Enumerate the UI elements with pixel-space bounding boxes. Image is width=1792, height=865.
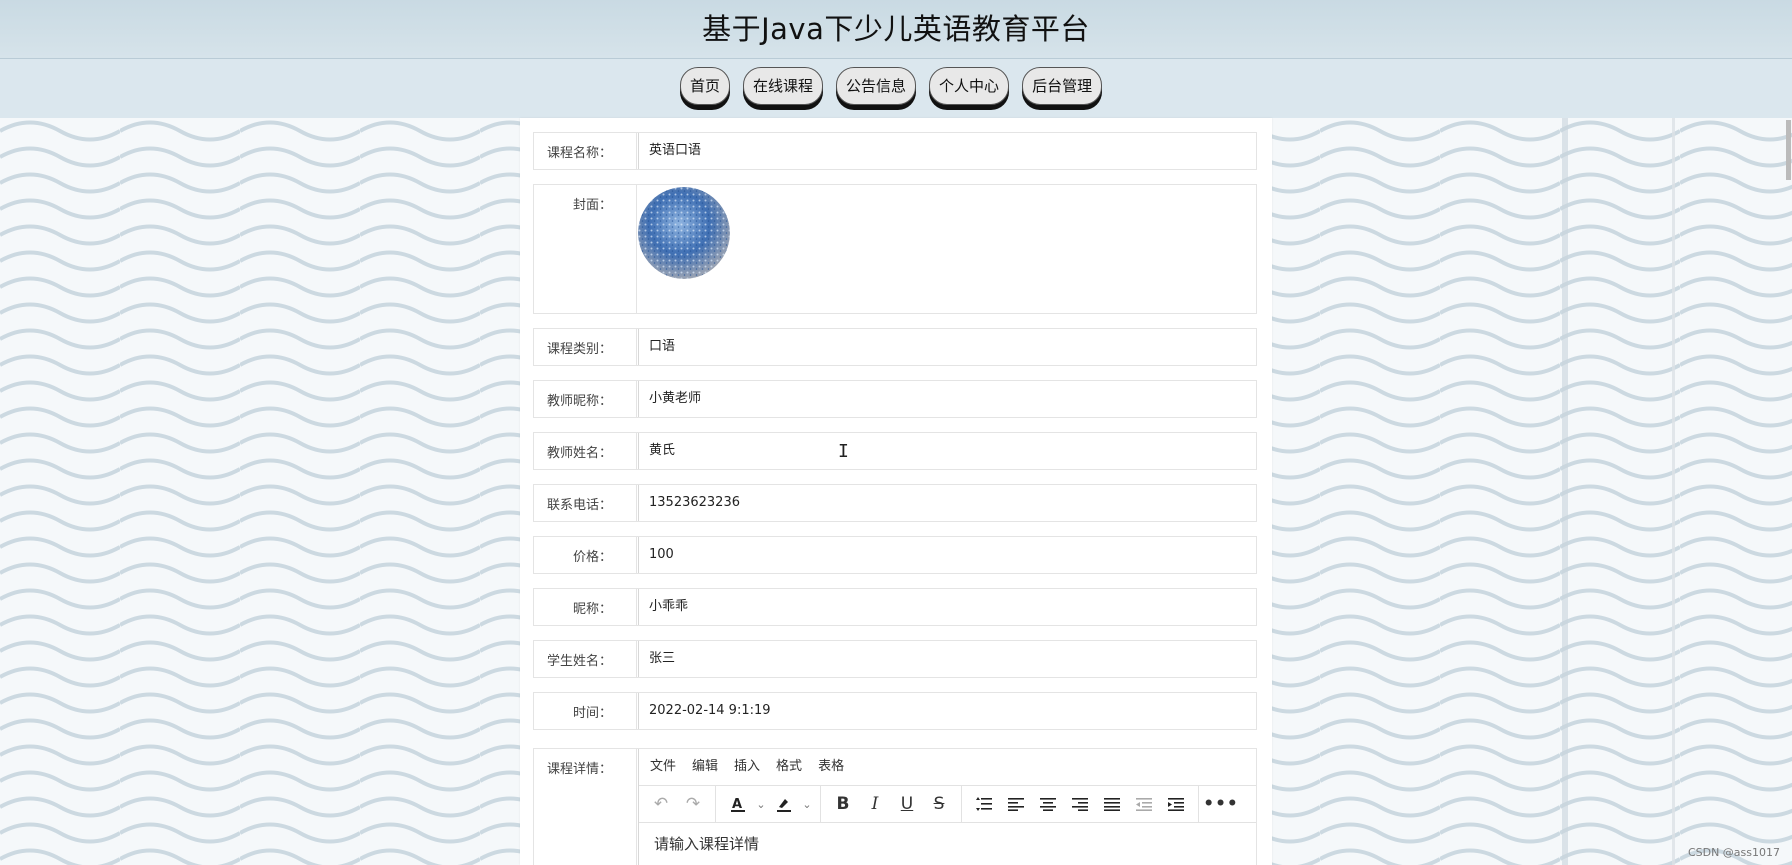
chevron-down-icon[interactable]: ⌄ <box>754 788 768 820</box>
editor-toolbar: ↶ ↷ A ⌄ ⌄ B I U S ••• <box>639 785 1256 823</box>
course-detail-panel: 课程名称： 英语口语 封面： 课程类别： 口语 教师昵称： 小黄老师 教师姓名：… <box>520 118 1272 865</box>
highlight-color-icon[interactable] <box>768 788 800 820</box>
teacher-nick-label: 教师昵称： <box>534 381 637 417</box>
student-name-row: 学生姓名： 张三 <box>533 640 1257 678</box>
format-group: B I U S <box>821 786 962 822</box>
nav-home-button[interactable]: 首页 <box>680 67 731 105</box>
student-name-field[interactable]: 张三 <box>638 641 1256 677</box>
editor-content[interactable]: 请输入课程详情 <box>639 823 1256 864</box>
price-label: 价格： <box>534 537 637 573</box>
teacher-nick-row: 教师昵称： 小黄老师 <box>533 380 1257 418</box>
bold-icon[interactable]: B <box>827 788 859 820</box>
cover-row: 封面： <box>533 184 1257 314</box>
italic-icon[interactable]: I <box>859 788 891 820</box>
course-name-row: 课程名称： 英语口语 <box>533 132 1257 170</box>
align-center-icon[interactable] <box>1032 788 1064 820</box>
menu-table[interactable]: 表格 <box>818 749 844 785</box>
svg-text:A: A <box>732 797 742 812</box>
price-field[interactable]: 100 <box>638 537 1256 573</box>
nav-admin-button[interactable]: 后台管理 <box>1022 67 1103 105</box>
course-name-field[interactable]: 英语口语 <box>638 133 1256 169</box>
price-row: 价格： 100 <box>533 536 1257 574</box>
teacher-name-label: 教师姓名： <box>534 433 637 469</box>
cover-label: 封面： <box>534 185 637 313</box>
time-row: 时间： 2022-02-14 9:1:19 <box>533 692 1257 730</box>
chevron-down-icon[interactable]: ⌄ <box>800 788 814 820</box>
nickname-field[interactable]: 小乖乖 <box>638 589 1256 625</box>
rich-text-editor: 文件 编辑 插入 格式 表格 ↶ ↷ A ⌄ ⌄ B I U S ••• 请输入… <box>638 749 1256 865</box>
history-group: ↶ ↷ <box>639 786 716 822</box>
teacher-name-field[interactable]: 黄氏 <box>638 433 1256 469</box>
site-title: 基于Java下少儿英语教育平台 <box>702 12 1090 46</box>
teacher-nick-field[interactable]: 小黄老师 <box>638 381 1256 417</box>
details-row: 课程详情： 文件 编辑 插入 格式 表格 ↶ ↷ A ⌄ ⌄ B I U S •… <box>533 748 1257 865</box>
nickname-label: 昵称： <box>534 589 637 625</box>
line-height-icon[interactable] <box>968 788 1000 820</box>
nav-announcements-button[interactable]: 公告信息 <box>836 67 917 105</box>
nickname-row: 昵称： 小乖乖 <box>533 588 1257 626</box>
phone-label: 联系电话： <box>534 485 637 521</box>
redo-icon[interactable]: ↷ <box>677 788 709 820</box>
time-field[interactable]: 2022-02-14 9:1:19 <box>638 693 1256 729</box>
text-cursor-icon: I <box>838 441 849 462</box>
align-left-icon[interactable] <box>1000 788 1032 820</box>
background-stripe <box>1672 118 1675 865</box>
outdent-icon[interactable] <box>1128 788 1160 820</box>
phone-row: 联系电话： 13523623236 <box>533 484 1257 522</box>
more-group: ••• <box>1199 786 1243 822</box>
align-justify-icon[interactable] <box>1096 788 1128 820</box>
text-color-icon[interactable]: A <box>722 788 754 820</box>
undo-icon[interactable]: ↶ <box>645 788 677 820</box>
category-label: 课程类别： <box>534 329 637 365</box>
menu-edit[interactable]: 编辑 <box>692 749 718 785</box>
teacher-name-row: 教师姓名： 黄氏 <box>533 432 1257 470</box>
align-right-icon[interactable] <box>1064 788 1096 820</box>
student-name-label: 学生姓名： <box>534 641 637 677</box>
details-label: 课程详情： <box>534 749 637 865</box>
time-label: 时间： <box>534 693 637 729</box>
nav-online-courses-button[interactable]: 在线课程 <box>743 67 824 105</box>
background-stripe <box>1562 118 1568 865</box>
indent-icon[interactable] <box>1160 788 1192 820</box>
nav-personal-center-button[interactable]: 个人中心 <box>929 67 1010 105</box>
site-header: 基于Java下少儿英语教育平台 <box>0 0 1792 59</box>
category-field[interactable]: 口语 <box>638 329 1256 365</box>
color-group: A ⌄ ⌄ <box>716 786 821 822</box>
menu-insert[interactable]: 插入 <box>734 749 760 785</box>
nav-menu: 首页 在线课程 公告信息 个人中心 后台管理 <box>680 67 1103 105</box>
nav-bar: 首页 在线课程 公告信息 个人中心 后台管理 <box>0 59 1792 118</box>
course-name-label: 课程名称： <box>534 133 637 169</box>
underline-icon[interactable]: U <box>891 788 923 820</box>
cover-image[interactable] <box>638 187 730 279</box>
category-row: 课程类别： 口语 <box>533 328 1257 366</box>
scrollbar-thumb[interactable] <box>1786 120 1791 180</box>
menu-format[interactable]: 格式 <box>776 749 802 785</box>
editor-menubar: 文件 编辑 插入 格式 表格 <box>639 749 1256 785</box>
menu-file[interactable]: 文件 <box>650 749 676 785</box>
strikethrough-icon[interactable]: S <box>923 788 955 820</box>
align-group <box>962 786 1199 822</box>
phone-field[interactable]: 13523623236 <box>638 485 1256 521</box>
more-icon[interactable]: ••• <box>1203 788 1238 820</box>
watermark: CSDN @ass1017 <box>1687 846 1780 859</box>
